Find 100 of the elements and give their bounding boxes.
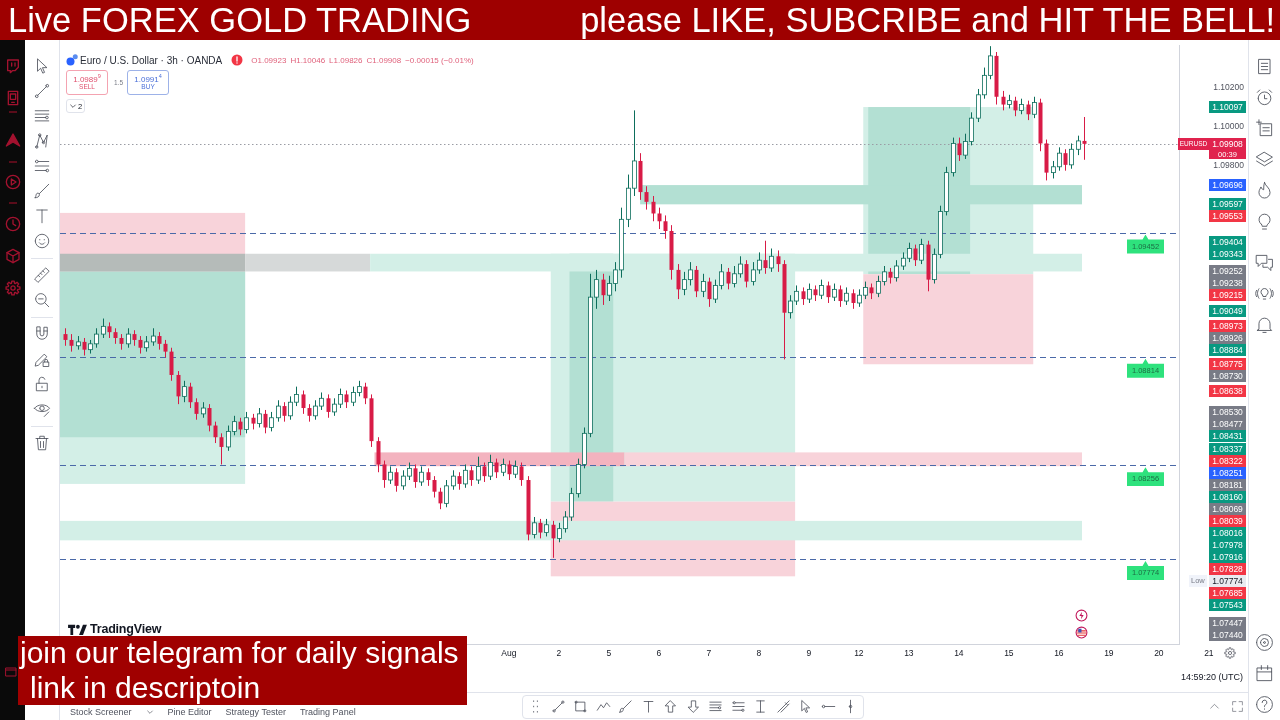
price-label: 1.08251: [1209, 467, 1246, 480]
window-icon[interactable]: [4, 666, 17, 678]
parallel-lines-icon[interactable]: [33, 107, 51, 125]
time-label: 20: [1154, 648, 1164, 658]
time-label: 2: [556, 648, 562, 658]
lightning-icon[interactable]: [1075, 609, 1088, 622]
price-label: 1.08016: [1209, 527, 1246, 540]
parallel-lines-icon[interactable]: [708, 699, 723, 714]
ruler-icon[interactable]: [33, 266, 51, 284]
logo-mark-icon: [68, 623, 87, 635]
time-label: 12: [854, 648, 864, 658]
cursor-icon[interactable]: [798, 699, 813, 714]
bottom-tab[interactable]: Strategy Tester: [225, 707, 292, 718]
time-label: 6: [656, 648, 662, 658]
promo-text: join our telegram for daily signals: [20, 636, 460, 671]
banner-message: please LIKE, SUBCRIBE and HIT THE BELL!: [580, 0, 1275, 40]
flag-icon[interactable]: [1075, 626, 1088, 639]
price-label: 1.08069: [1209, 503, 1246, 516]
diagonal-lines-icon[interactable]: [775, 699, 791, 714]
ohlc-value: H1.10046: [290, 55, 326, 65]
smiley-icon[interactable]: [33, 232, 51, 250]
line-tool-icon[interactable]: [33, 82, 51, 100]
price-label: 1.07543: [1209, 599, 1246, 612]
alarm-clock-icon[interactable]: [1255, 87, 1274, 107]
price-label: 1.08181: [1209, 479, 1246, 492]
price-label: 1.07828: [1209, 563, 1246, 576]
node-lines-icon[interactable]: [730, 699, 746, 714]
brush-icon[interactable]: [33, 182, 51, 200]
ohlc-value: −0.00015 (−0.01%): [405, 55, 474, 65]
lock-icon[interactable]: [33, 375, 51, 393]
time-label: 19: [1104, 648, 1114, 658]
alert-icon[interactable]: [231, 54, 244, 66]
price-label: 1.09215: [1209, 289, 1246, 302]
price-label: 1.08775: [1209, 358, 1246, 371]
magnet-icon[interactable]: [33, 325, 51, 343]
price-tick: 1.09800: [1213, 159, 1244, 170]
settings-icon[interactable]: [1224, 647, 1236, 659]
play-circle-icon[interactable]: [4, 174, 21, 190]
chat-bubbles-icon[interactable]: [1255, 252, 1274, 272]
trash-icon[interactable]: [33, 434, 51, 452]
price-tick: 1.10200: [1213, 82, 1244, 92]
price-label: 1.09404: [1209, 235, 1246, 248]
bottom-tab[interactable]: Stock Screener: [70, 707, 138, 718]
last-price: 1.09908: [1212, 137, 1243, 150]
time-label: 15: [1004, 648, 1014, 658]
price-label: 1.07447: [1209, 616, 1246, 629]
list-icon[interactable]: [1255, 56, 1274, 76]
pattern-nodes-icon[interactable]: [33, 132, 51, 150]
logo-text: TradingView: [90, 622, 162, 636]
bottom-tab[interactable]: Pine Editor: [167, 707, 218, 718]
path-icon[interactable]: [595, 699, 611, 714]
time-label: Aug: [501, 648, 517, 658]
arrowhead-icon[interactable]: [4, 132, 21, 148]
help-icon[interactable]: [1255, 695, 1274, 714]
time-label: 7: [706, 648, 712, 658]
price-label: 1.09049: [1209, 304, 1246, 317]
price-label: 1.08039: [1209, 515, 1246, 528]
line-tool-icon[interactable]: [550, 699, 566, 714]
maximize-icon[interactable]: [1231, 700, 1244, 713]
price-label: 1.08530: [1209, 405, 1246, 418]
price-label: 1.09597: [1209, 198, 1246, 211]
lightbulb-icon[interactable]: [1255, 211, 1274, 231]
time-label: 14: [954, 648, 964, 658]
arrow-up-icon[interactable]: [663, 699, 678, 714]
list-plus-icon[interactable]: [1255, 118, 1274, 138]
cube-icon[interactable]: [4, 248, 21, 264]
ohlc-value: L1.09826: [329, 55, 363, 65]
banner-title: Live FOREX GOLD TRADING: [8, 0, 472, 40]
time-label: 9: [806, 648, 812, 658]
price-label: 1.07685: [1209, 587, 1246, 600]
symbol-title[interactable]: Euro / U.S. Dollar · 3h · OANDA: [80, 54, 223, 66]
i-beam-icon[interactable]: [753, 699, 768, 714]
chevron-down-icon: [68, 102, 77, 110]
settings-icon[interactable]: [4, 280, 21, 296]
layers-icon[interactable]: [1255, 149, 1274, 169]
time-label: 16: [1054, 648, 1064, 658]
promo-text: link in descriptoin: [29, 670, 262, 705]
price-label: 1.09252: [1209, 265, 1246, 278]
clock-time: 14:59:20 (UTC): [1180, 671, 1243, 682]
price-label: 1.10097: [1209, 101, 1246, 114]
price-label: 1.07916: [1209, 551, 1246, 564]
time-label: 5: [606, 648, 612, 658]
time-label: 8: [756, 648, 762, 658]
calendar-icon[interactable]: [1255, 664, 1274, 683]
price-label: 1.09238: [1209, 277, 1246, 290]
text-tool-icon[interactable]: [640, 699, 656, 714]
price-label: 1.08638: [1209, 384, 1246, 397]
bottom-tab[interactable]: Trading Panel: [299, 707, 362, 718]
target-icon[interactable]: [1255, 633, 1274, 652]
price-label: 1.07978: [1209, 539, 1246, 552]
price-tick: 1.10000: [1213, 120, 1244, 131]
clock-icon[interactable]: [4, 216, 21, 232]
brush-icon[interactable]: [618, 699, 633, 714]
rectangle-icon[interactable]: [573, 699, 588, 714]
node-lines-icon[interactable]: [33, 157, 51, 175]
ohlc-value: O1.09923: [251, 55, 287, 65]
flame-icon[interactable]: [1255, 180, 1274, 200]
arrow-down-icon[interactable]: [685, 699, 701, 714]
zoom-out-icon[interactable]: [33, 291, 51, 309]
price-label: 1.09553: [1209, 210, 1246, 223]
